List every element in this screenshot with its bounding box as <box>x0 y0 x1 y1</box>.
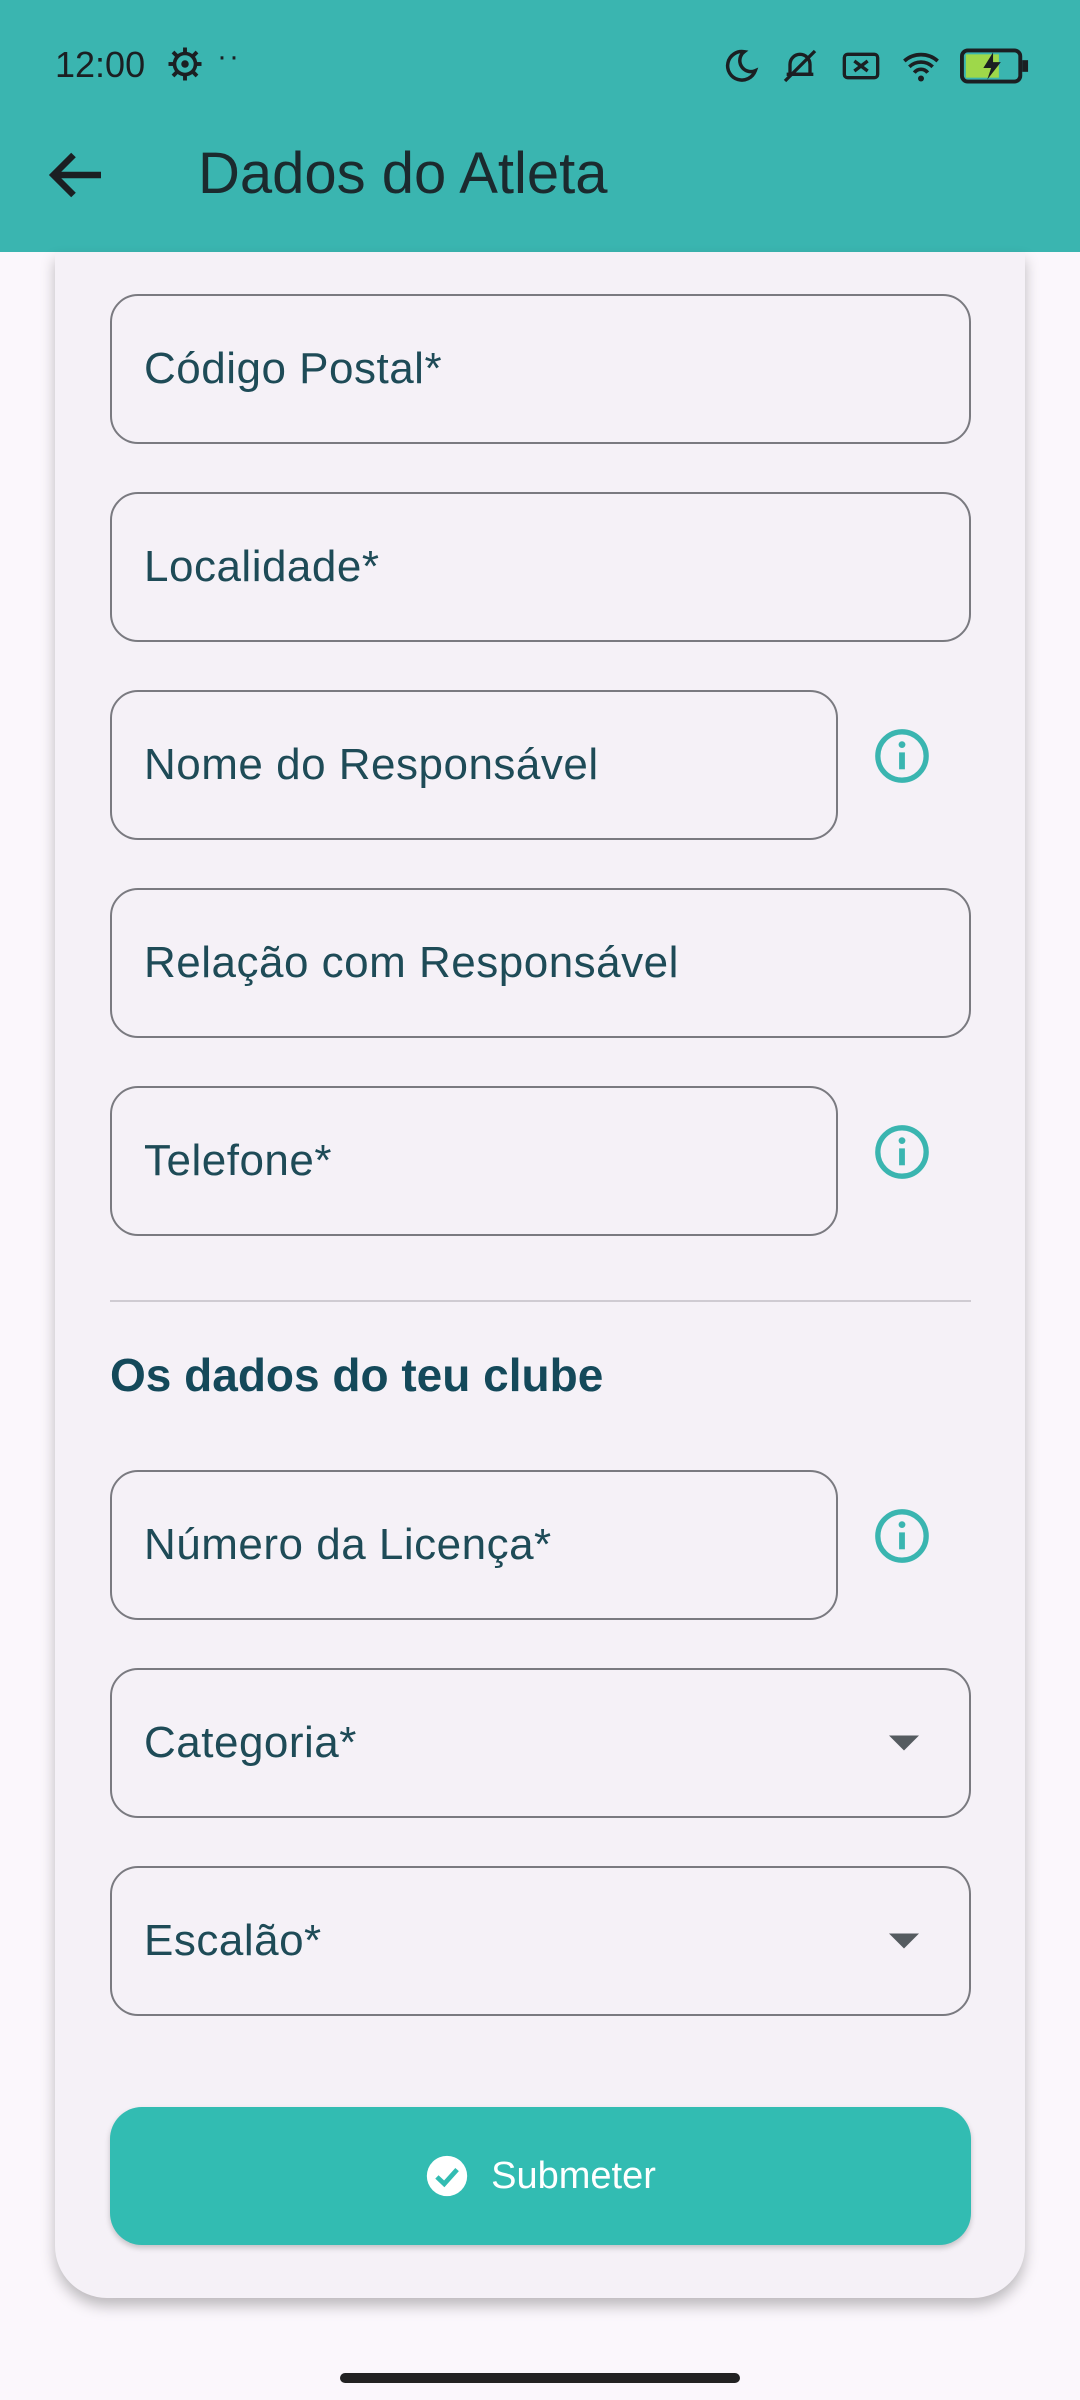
tier-label: Escalão* <box>144 1916 322 1965</box>
locality-field[interactable]: Localidade* <box>110 492 971 642</box>
guardian-name-label: Nome do Responsável <box>144 740 599 789</box>
submit-button[interactable]: Submeter <box>110 2107 971 2245</box>
status-more-dots: ·· <box>217 40 241 73</box>
club-section-title: Os dados do teu clube <box>110 1349 604 1401</box>
postal-code-label: Código Postal* <box>144 344 443 393</box>
category-select[interactable]: Categoria* <box>110 1668 971 1818</box>
guardian-info-icon[interactable] <box>873 727 931 785</box>
locality-label: Localidade* <box>144 542 380 591</box>
section-divider <box>110 1300 971 1302</box>
status-time: 12:00 <box>55 44 146 85</box>
category-label: Categoria* <box>144 1718 357 1767</box>
wifi-icon <box>903 52 939 82</box>
tier-dropdown-arrow-icon <box>889 1933 919 1949</box>
app-bar: 12:00 ·· Dados do Atleta <box>0 0 1080 252</box>
tier-select[interactable]: Escalão* <box>110 1866 971 2016</box>
license-number-field[interactable]: Número da Licença* <box>110 1470 838 1620</box>
submit-label: Submeter <box>491 2154 656 2197</box>
page-title: Dados do Atleta <box>198 141 608 206</box>
phone-field[interactable]: Telefone* <box>110 1086 838 1236</box>
guardian-relation-field[interactable]: Relação com Responsável <box>110 888 971 1038</box>
check-circle-icon <box>426 2155 468 2197</box>
guardian-relation-label: Relação com Responsável <box>144 938 679 987</box>
license-number-label: Número da Licença* <box>144 1520 552 1569</box>
muted-bell-icon <box>783 49 817 83</box>
license-info-icon[interactable] <box>873 1507 931 1565</box>
phone-label: Telefone* <box>144 1136 332 1185</box>
settings-gear-icon <box>168 47 202 81</box>
postal-code-field[interactable]: Código Postal* <box>110 294 971 444</box>
battery-charging-icon <box>960 48 1029 84</box>
home-indicator[interactable] <box>340 2373 740 2383</box>
back-arrow-icon[interactable] <box>46 150 106 200</box>
status-icons <box>722 44 1030 88</box>
phone-info-icon[interactable] <box>873 1123 931 1181</box>
moon-icon <box>725 49 759 82</box>
no-sim-icon <box>842 52 880 80</box>
guardian-name-field[interactable]: Nome do Responsável <box>110 690 838 840</box>
category-dropdown-arrow-icon <box>889 1735 919 1751</box>
